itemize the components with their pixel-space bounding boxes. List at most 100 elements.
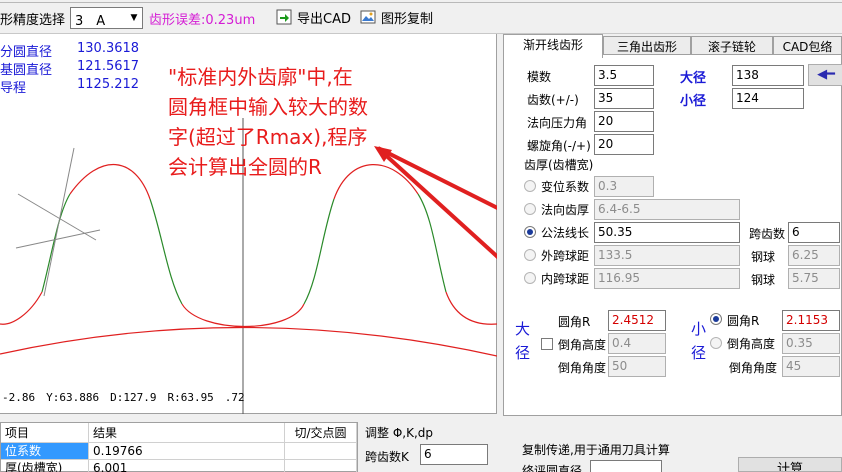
small-fillet-radio[interactable] (710, 313, 722, 325)
helix-angle-input[interactable]: 20 (594, 134, 654, 155)
big-side-label: 大 径 (515, 320, 531, 362)
table-row-1-result[interactable]: 6.001 (89, 460, 285, 472)
tab-involute-body: 模数 3.5 齿数(+/-) 35 法向压力角 20 螺旋角(-/+) 20 大… (503, 54, 842, 416)
precision-select[interactable]: 3 A ▼ (70, 7, 143, 29)
calc-button[interactable]: 计算 (738, 457, 842, 472)
left-tooth-tip (69, 164, 151, 200)
small-chamfer-radio[interactable] (710, 337, 722, 349)
precision-select-value: 3 A (75, 14, 106, 29)
radio-normal-thickness[interactable] (524, 203, 536, 215)
span-teeth-label: 跨齿数 (749, 227, 786, 241)
small-side-label: 小 径 (691, 320, 707, 362)
adjust-span-input[interactable]: 6 (420, 444, 488, 465)
big-fillet-input[interactable]: 2.4512 (608, 310, 666, 331)
tooth-error-label: 齿形误差:0.23um (149, 13, 256, 28)
table-row-1-cut[interactable] (285, 460, 357, 472)
big-chamfer-angle-input[interactable]: 50 (608, 356, 666, 377)
shift-label: 变位系数 (541, 180, 590, 194)
table-row-0-item[interactable]: 位系数 (1, 443, 89, 460)
annotation-line-1: "标准内外齿廓"中,在 (168, 65, 353, 89)
module-input[interactable]: 3.5 (594, 65, 654, 86)
result-table: 项目 结果 切/交点圆 位系数 0.19766 厚(齿槽宽) 6.001 (0, 422, 358, 472)
small-fillet-label: 圆角R (727, 314, 760, 328)
right-tooth-flank (303, 198, 335, 305)
span-teeth-input[interactable]: 6 (788, 222, 840, 243)
radio-shift[interactable] (524, 180, 536, 192)
normal-thickness-input[interactable]: 6.4-6.5 (594, 199, 740, 220)
construction-line-3 (15, 229, 101, 249)
pressure-angle-label: 法向压力角 (527, 116, 588, 130)
copy-image-label: 图形复制 (381, 11, 434, 27)
annotation-line-4: 会计算出全圆的R (168, 155, 322, 179)
small-chamfer-height-label: 倒角高度 (727, 337, 776, 351)
minor-diameter-input[interactable]: 124 (732, 88, 804, 109)
span-length-input[interactable]: 50.35 (594, 222, 740, 243)
lead-label: 导程 (0, 81, 27, 96)
base-diameter-label: 基圆直径 (0, 63, 53, 78)
ball-label-1: 钢球 (751, 250, 776, 264)
adjust-title: 调整 Φ,K,dp (365, 426, 433, 440)
pressure-angle-input[interactable]: 20 (594, 111, 654, 132)
right-panel: 渐开线齿形 三角出齿形 滚子链轮 CAD包络 模数 3.5 齿数(+/-) 35… (503, 34, 842, 416)
ball-input-2[interactable]: 5.75 (788, 268, 840, 289)
arrow-left-icon: ◀━ (817, 67, 835, 82)
small-chamfer-angle-input[interactable]: 45 (782, 356, 840, 377)
big-chamfer-height-label: 倒角高度 (558, 338, 607, 352)
precision-label: 形精度选择 (0, 13, 66, 28)
gear-drawing-canvas[interactable]: 分圆直径 130.3618 基圆直径 121.5617 导程 1125.212 … (0, 34, 497, 414)
lead-value: 1125.212 (77, 77, 140, 92)
copy-image-button[interactable]: 图形复制 (356, 5, 437, 29)
left-root-fillet (0, 291, 43, 325)
menu-remnant (0, 0, 842, 3)
small-fillet-input[interactable]: 2.1153 (782, 310, 840, 331)
inner-ball-label: 内跨球距 (541, 272, 590, 286)
annotation-arrow-small (377, 146, 497, 211)
eval-diameter-label: 终评圆直径 (522, 464, 583, 472)
minor-diameter-label: 小径 (680, 94, 707, 109)
toolbar: 形精度选择 3 A ▼ 齿形误差:0.23um 导出CAD 图形复制 (0, 0, 842, 34)
major-diameter-input[interactable]: 138 (732, 65, 804, 86)
teeth-label: 齿数(+/-) (527, 93, 579, 107)
module-label: 模数 (527, 70, 552, 84)
outer-ball-input[interactable]: 133.5 (594, 245, 740, 266)
construction-line-2 (43, 147, 75, 297)
teeth-input[interactable]: 35 (594, 88, 654, 109)
arrow-left-button[interactable]: ◀━ (808, 64, 842, 86)
major-diameter-label: 大径 (680, 71, 707, 86)
table-row-0-result[interactable]: 0.19766 (89, 443, 285, 460)
root-circle-arc (0, 326, 497, 357)
table-row-1-item[interactable]: 厚(齿槽宽) (1, 460, 89, 472)
base-diameter-value: 121.5617 (77, 59, 140, 74)
table-header-item: 项目 (1, 423, 89, 443)
thickness-group-label: 齿厚(齿槽宽) (524, 158, 594, 172)
small-chamfer-height-input[interactable]: 0.35 (782, 333, 840, 354)
radio-outer-ball[interactable] (524, 249, 536, 261)
export-cad-button[interactable]: 导出CAD (272, 5, 355, 29)
right-root-fillet (445, 291, 497, 325)
tab-involute[interactable]: 渐开线齿形 (503, 34, 603, 58)
export-icon (276, 9, 292, 25)
annotation-line-3: 字(超过了Rmax),程序 (168, 125, 368, 149)
eval-diameter-input[interactable] (590, 460, 662, 472)
radio-inner-ball[interactable] (524, 272, 536, 284)
big-chamfer-height-input[interactable]: 0.4 (608, 333, 666, 354)
outer-ball-label: 外跨球距 (541, 249, 590, 263)
table-row-0-cut[interactable] (285, 443, 357, 460)
annotation-text: "标准内外齿廓"中,在 圆角框中输入较大的数 字(超过了Rmax),程序 会计算… (168, 62, 368, 182)
big-chamfer-angle-label: 倒角角度 (558, 361, 607, 375)
helix-angle-label: 螺旋角(-/+) (527, 139, 591, 153)
chevron-down-icon[interactable]: ▼ (126, 8, 142, 28)
pitch-diameter-label: 分圆直径 (0, 45, 53, 60)
span-length-label: 公法线长 (541, 226, 590, 240)
copy-section-title: 复制传递,用于通用刀具计算 (522, 443, 670, 457)
radio-span-length[interactable] (524, 226, 536, 238)
big-chamfer-checkbox[interactable] (541, 338, 553, 350)
adjust-span-label: 跨齿数K (365, 450, 409, 464)
shift-input[interactable]: 0.3 (594, 176, 654, 197)
table-header-cut-circle: 切/交点圆 (285, 423, 357, 443)
cursor-coords: -2.86 Y:63.886 D:127.9 R:63.95 .72 (2, 391, 245, 404)
ball-input-1[interactable]: 6.25 (788, 245, 840, 266)
inner-ball-input[interactable]: 116.95 (594, 268, 740, 289)
big-fillet-label: 圆角R (558, 315, 591, 329)
ball-label-2: 钢球 (751, 273, 776, 287)
